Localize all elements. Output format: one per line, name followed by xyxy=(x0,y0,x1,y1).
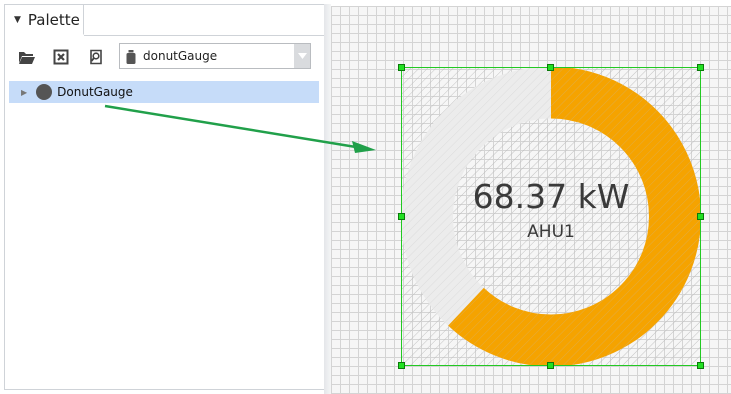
tree-item-donutgauge[interactable]: ▶ DonutGauge xyxy=(9,81,319,103)
resize-handle-ne[interactable] xyxy=(697,64,704,71)
close-box-icon[interactable] xyxy=(52,49,70,65)
module-select[interactable]: donutGauge xyxy=(119,43,311,69)
resize-handle-w[interactable] xyxy=(398,213,405,220)
component-dot-icon xyxy=(36,84,53,100)
jar-icon xyxy=(126,49,136,64)
resize-handle-sw[interactable] xyxy=(398,362,405,369)
tab-divider xyxy=(84,35,324,36)
dropdown-arrow-icon[interactable] xyxy=(294,44,310,68)
palette-panel: ▼ Palette donutGauge ▶ DonutGauge xyxy=(4,4,324,390)
workbench-root: ▼ Palette donutGauge ▶ DonutGauge 68.37 … xyxy=(0,0,731,394)
resize-handle-se[interactable] xyxy=(697,362,704,369)
module-select-value: donutGauge xyxy=(143,49,218,63)
palette-tab[interactable]: ▼ Palette xyxy=(5,5,84,35)
palette-toolbar: donutGauge xyxy=(5,41,325,71)
collapse-caret-icon[interactable]: ▼ xyxy=(14,15,21,25)
folder-open-icon[interactable] xyxy=(18,49,36,65)
expand-arrow-icon[interactable]: ▶ xyxy=(21,88,27,97)
resize-handle-n[interactable] xyxy=(547,64,554,71)
tree-item-label: DonutGauge xyxy=(57,85,133,99)
split-pane-divider[interactable] xyxy=(324,4,331,394)
resize-handle-s[interactable] xyxy=(547,362,554,369)
donut-gauge-widget[interactable]: 68.37 kW AHU1 xyxy=(398,64,704,369)
palette-tab-label: Palette xyxy=(27,10,80,29)
find-icon[interactable] xyxy=(87,49,105,65)
resize-handle-e[interactable] xyxy=(697,213,704,220)
resize-handle-nw[interactable] xyxy=(398,64,405,71)
donut-gauge-graphic xyxy=(402,68,700,365)
